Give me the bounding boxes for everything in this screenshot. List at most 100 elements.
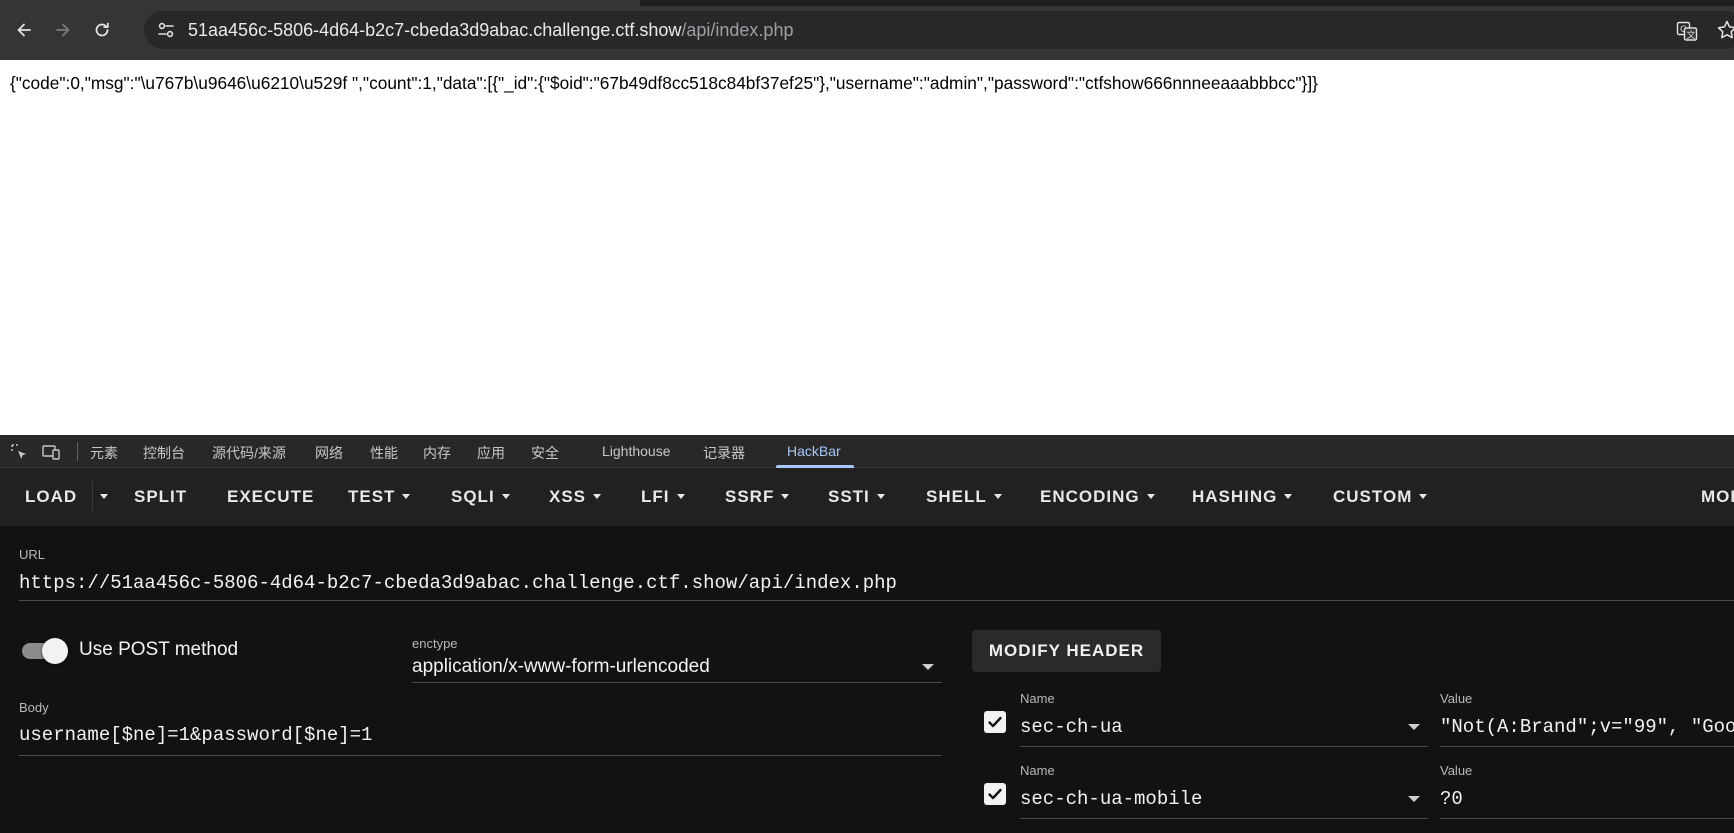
- encoding-label: ENCODING: [1040, 487, 1140, 506]
- encoding-menu[interactable]: ENCODING: [1040, 487, 1155, 507]
- tab-hackbar[interactable]: HackBar: [787, 443, 841, 459]
- bookmark-star-icon[interactable]: [1716, 19, 1734, 41]
- url-field-value: https://51aa456c-5806-4d64-b2c7-cbeda3d9…: [19, 572, 897, 594]
- ssti-menu[interactable]: SSTI: [828, 487, 885, 507]
- hackbar-toolbar: LOAD SPLIT EXECUTE TEST SQLI XSS LFI SSR…: [0, 468, 1734, 526]
- device-toolbar-icon[interactable]: [41, 442, 61, 462]
- modify-header-label: MODIFY HEADER: [988, 641, 1145, 660]
- url-host: 51aa456c-5806-4d64-b2c7-cbeda3d9abac.cha…: [188, 20, 682, 40]
- shell-menu[interactable]: SHELL: [926, 487, 1002, 507]
- site-info-icon[interactable]: [156, 20, 176, 40]
- inspect-element-icon[interactable]: [9, 442, 29, 462]
- back-button[interactable]: [10, 16, 38, 44]
- header-2-checkbox[interactable]: [984, 783, 1006, 805]
- lfi-menu[interactable]: LFI: [641, 487, 685, 507]
- caret-down-icon: [676, 494, 685, 499]
- more-label: MORE: [1701, 487, 1734, 506]
- address-bar[interactable]: 51aa456c-5806-4d64-b2c7-cbeda3d9abac.cha…: [144, 11, 1734, 49]
- reload-icon: [95, 22, 109, 37]
- tab-console[interactable]: 控制台: [143, 443, 185, 463]
- tab-sources[interactable]: 源代码/来源: [212, 443, 286, 463]
- ssrf-label: SSRF: [725, 487, 775, 506]
- devtools-tabbar: 元素 控制台 源代码/来源 网络 性能 内存 应用 安全 Lighthouse …: [0, 435, 1734, 468]
- post-method-label: Use POST method: [79, 639, 239, 660]
- load-button[interactable]: LOAD: [25, 487, 77, 507]
- hashing-label: HASHING: [1192, 487, 1278, 506]
- tab-network[interactable]: 网络: [315, 443, 343, 463]
- arrow-right-icon: [56, 23, 70, 37]
- caret-down-icon: [593, 494, 602, 499]
- sqli-menu[interactable]: SQLI: [451, 487, 510, 507]
- custom-menu[interactable]: CUSTOM: [1333, 487, 1428, 507]
- dropdown-arrow-icon[interactable]: [1408, 724, 1420, 730]
- tab-performance[interactable]: 性能: [370, 443, 398, 463]
- body-field[interactable]: username[$ne]=1&password[$ne]=1: [19, 724, 372, 746]
- browser-toolbar: 51aa456c-5806-4d64-b2c7-cbeda3d9abac.cha…: [0, 0, 1734, 60]
- header-2-value: ?0: [1440, 788, 1463, 810]
- header-2-name-field[interactable]: sec-ch-ua-mobile: [1020, 788, 1202, 810]
- load-menu-button[interactable]: [92, 481, 112, 511]
- ssti-label: SSTI: [828, 487, 870, 506]
- shell-label: SHELL: [926, 487, 987, 506]
- caret-down-icon: [993, 494, 1002, 499]
- caret-down-icon: [1284, 494, 1293, 499]
- dropdown-arrow-icon[interactable]: [1408, 796, 1420, 802]
- header-1-value-underline: [1440, 746, 1734, 747]
- hashing-menu[interactable]: HASHING: [1192, 487, 1293, 507]
- translate-icon[interactable]: G 文: [1676, 20, 1698, 42]
- post-method-toggle-knob[interactable]: [42, 638, 68, 664]
- tab-memory[interactable]: 内存: [423, 443, 451, 463]
- json-response: {"code":0,"msg":"\u767b\u9646\u6210\u529…: [10, 73, 1318, 93]
- body-field-label: Body: [19, 700, 49, 715]
- divider: [77, 442, 78, 461]
- header-2-value-label: Value: [1440, 763, 1473, 778]
- enctype-select[interactable]: application/x-www-form-urlencoded: [412, 656, 710, 678]
- url-field[interactable]: https://51aa456c-5806-4d64-b2c7-cbeda3d9…: [19, 572, 897, 594]
- test-label: TEST: [348, 487, 396, 506]
- header-2-name-underline: [1020, 818, 1428, 819]
- tab-recorder[interactable]: 记录器: [703, 443, 745, 463]
- header-2-name-label: Name: [1020, 763, 1055, 778]
- tab-strip: [0, 0, 1734, 6]
- reload-button[interactable]: [88, 16, 116, 44]
- sqli-label: SQLI: [451, 487, 495, 506]
- lfi-label: LFI: [641, 487, 670, 506]
- xss-label: XSS: [549, 487, 587, 506]
- load-label: LOAD: [25, 487, 78, 506]
- execute-label: EXECUTE: [227, 487, 315, 506]
- caret-down-icon: [876, 494, 885, 499]
- tab-lighthouse[interactable]: Lighthouse: [602, 443, 671, 459]
- ssrf-menu[interactable]: SSRF: [725, 487, 790, 507]
- header-1-value: "Not(A:Brand";v="99", "Google: [1440, 716, 1734, 738]
- test-menu[interactable]: TEST: [348, 487, 411, 507]
- caret-down-icon: [402, 494, 411, 499]
- svg-text:文: 文: [1687, 29, 1696, 41]
- header-1-name-field[interactable]: sec-ch-ua: [1020, 716, 1123, 738]
- url-field-underline: [19, 600, 1734, 601]
- header-1-value-label: Value: [1440, 691, 1473, 706]
- url-path: /api/index.php: [681, 20, 794, 40]
- forward-button[interactable]: [49, 16, 77, 44]
- tab-application[interactable]: 应用: [477, 443, 505, 463]
- arrow-left-icon: [17, 23, 31, 37]
- tab-security[interactable]: 安全: [531, 443, 559, 463]
- xss-menu[interactable]: XSS: [549, 487, 602, 507]
- tab-elements[interactable]: 元素: [90, 443, 118, 463]
- header-1-value-field[interactable]: "Not(A:Brand";v="99", "Google: [1440, 716, 1734, 738]
- more-menu[interactable]: MORE: [1701, 487, 1734, 507]
- enctype-underline: [412, 682, 942, 683]
- execute-button[interactable]: EXECUTE: [227, 487, 314, 507]
- header-2-value-field[interactable]: ?0: [1440, 788, 1463, 810]
- header-1-checkbox[interactable]: [984, 711, 1006, 733]
- caret-down-icon: [501, 494, 510, 499]
- modify-header-button[interactable]: MODIFY HEADER: [972, 630, 1161, 672]
- devtools-panel: 元素 控制台 源代码/来源 网络 性能 内存 应用 安全 Lighthouse …: [0, 435, 1734, 833]
- dropdown-arrow-icon[interactable]: [922, 664, 934, 670]
- header-2-value-underline: [1440, 818, 1734, 819]
- enctype-value: application/x-www-form-urlencoded: [412, 656, 710, 677]
- split-button[interactable]: SPLIT: [134, 487, 187, 507]
- split-label: SPLIT: [134, 487, 188, 506]
- checkmark-icon: [988, 788, 1002, 800]
- address-bar-url[interactable]: 51aa456c-5806-4d64-b2c7-cbeda3d9abac.cha…: [188, 20, 793, 41]
- page-content: {"code":0,"msg":"\u767b\u9646\u6210\u529…: [0, 60, 1734, 435]
